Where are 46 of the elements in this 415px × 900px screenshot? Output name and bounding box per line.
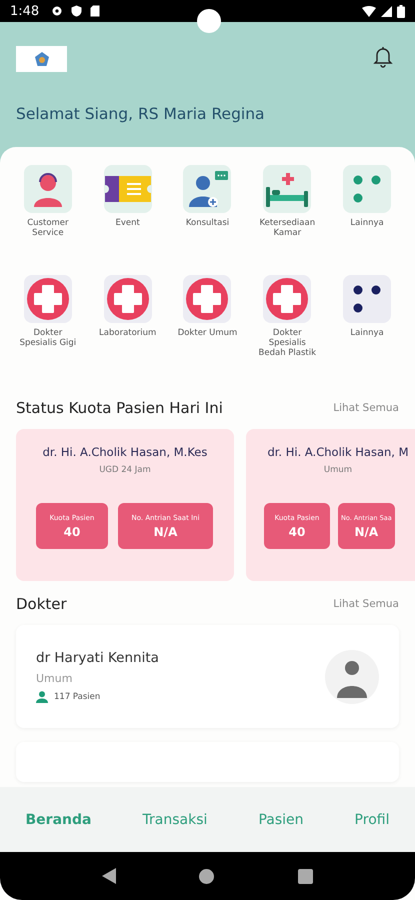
menu-item[interactable]: Lainnya [327, 165, 407, 275]
home-icon[interactable] [199, 868, 214, 884]
back-icon[interactable] [102, 868, 116, 884]
menu-item[interactable]: Customer Service [8, 165, 88, 275]
sd-card-icon [90, 5, 100, 17]
status-time: 1:48 [10, 4, 40, 18]
battery-icon [397, 4, 405, 18]
recents-icon[interactable] [298, 868, 314, 884]
stat-value: N/A [154, 524, 178, 538]
menu-item[interactable]: Lainnya [327, 275, 407, 385]
section-title: Status Kuota Pasien Hari Ini [16, 399, 223, 417]
medical-cross-icon [106, 277, 150, 321]
notification-bell-icon[interactable] [373, 46, 393, 68]
menu-item[interactable]: Dokter Spesialis Gigi [8, 275, 88, 385]
doctor-card[interactable]: dr Haryati Kennita Umum 117 Pasien [16, 625, 399, 728]
camera-hole [197, 9, 221, 33]
menu-item[interactable]: Dokter Umum [168, 275, 248, 385]
stat-value: 40 [288, 524, 306, 538]
menu-item[interactable]: Laboratorium [88, 275, 168, 385]
medical-cross-icon [26, 277, 70, 321]
section-title: Dokter [16, 595, 67, 613]
doctor-name: dr Haryati Kennita [36, 650, 159, 666]
person-icon [36, 691, 48, 703]
hospital-logo [16, 46, 67, 72]
doctor-avatar-icon [325, 650, 379, 704]
stat-value: 40 [64, 524, 80, 538]
stat-value: N/A [354, 524, 378, 538]
doctor-name: dr. Hi. A.Cholik Hasan, M.Kes [42, 445, 208, 459]
unit-name: UGD 24 Jam [99, 465, 151, 475]
menu-item[interactable]: Dokter Spesialis Bedah Plastik [247, 275, 328, 385]
doctor-name: dr. Hi. A.Cholik Hasan, M [267, 445, 409, 459]
signal-icon [381, 6, 392, 16]
menu-item[interactable]: Event [88, 165, 168, 275]
more-dots-icon [353, 175, 382, 203]
wifi-icon [362, 6, 376, 16]
ticket-icon [104, 174, 151, 204]
more-dots-icon [353, 285, 382, 313]
patient-count: 117 Pasien [54, 692, 100, 702]
greeting-text: Selamat Siang, RS Maria Regina [16, 105, 266, 123]
unit-name: Umum [324, 465, 352, 475]
medical-cross-icon [185, 277, 230, 321]
shield-icon [71, 5, 82, 17]
medical-cross-icon [265, 277, 310, 321]
doctor-specialty: Umum [36, 672, 74, 685]
menu-item[interactable]: Konsultasi [168, 165, 248, 275]
menu-item[interactable]: Ketersediaan Kamar [247, 165, 328, 275]
